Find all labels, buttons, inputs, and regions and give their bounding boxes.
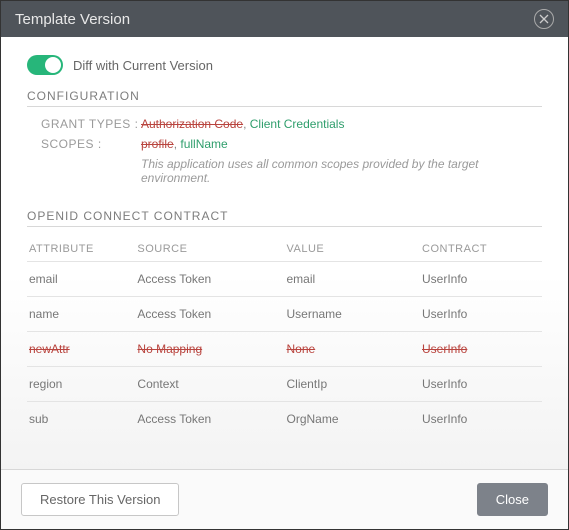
table-row: newAttr No Mapping None UserInfo bbox=[27, 332, 542, 367]
cell-value-text: email bbox=[286, 272, 315, 286]
contract-heading: OPENID CONNECT CONTRACT bbox=[27, 209, 542, 223]
separator: , bbox=[243, 117, 250, 131]
cell-value-text: OrgName bbox=[286, 412, 338, 426]
col-source: SOURCE bbox=[135, 237, 284, 262]
cell-value: ClientIp bbox=[284, 367, 420, 402]
cell-value: Username bbox=[284, 297, 420, 332]
cell-value-text: Username bbox=[286, 307, 341, 321]
close-button[interactable]: Close bbox=[477, 483, 548, 516]
cell-attribute-text: sub bbox=[29, 412, 48, 426]
grant-types-removed: Authorization Code bbox=[141, 117, 243, 131]
dialog-footer: Restore This Version Close bbox=[1, 469, 568, 529]
cell-contract-text: UserInfo bbox=[422, 377, 467, 391]
cell-value-text: None bbox=[286, 342, 315, 356]
col-attribute: ATTRIBUTE bbox=[27, 237, 135, 262]
cell-source: Context bbox=[135, 367, 284, 402]
cell-source-text: Access Token bbox=[137, 307, 211, 321]
scopes-value: profile, fullName bbox=[141, 137, 228, 151]
cell-attribute-text: email bbox=[29, 272, 58, 286]
configuration-block: GRANT TYPES : Authorization Code, Client… bbox=[27, 117, 542, 185]
scopes-added: fullName bbox=[180, 137, 227, 151]
restore-button[interactable]: Restore This Version bbox=[21, 483, 179, 516]
cell-attribute: sub bbox=[27, 402, 135, 437]
cell-contract: UserInfo bbox=[420, 402, 542, 437]
configuration-heading: CONFIGURATION bbox=[27, 89, 542, 103]
diff-toggle[interactable] bbox=[27, 55, 63, 75]
scopes-note: This application uses all common scopes … bbox=[141, 157, 542, 185]
cell-contract: UserInfo bbox=[420, 332, 542, 367]
col-value: VALUE bbox=[284, 237, 420, 262]
cell-attribute: newAttr bbox=[27, 332, 135, 367]
cell-contract-text: UserInfo bbox=[422, 307, 467, 321]
cell-source: Access Token bbox=[135, 402, 284, 437]
table-row: name Access Token Username UserInfo bbox=[27, 297, 542, 332]
grant-types-value: Authorization Code, Client Credentials bbox=[141, 117, 344, 131]
grant-types-row: GRANT TYPES : Authorization Code, Client… bbox=[41, 117, 542, 131]
cell-source: Access Token bbox=[135, 297, 284, 332]
cell-attribute-text: region bbox=[29, 377, 62, 391]
cell-attribute-text: name bbox=[29, 307, 59, 321]
diff-toggle-row: Diff with Current Version bbox=[27, 55, 542, 75]
col-contract: CONTRACT bbox=[420, 237, 542, 262]
cell-contract-text: UserInfo bbox=[422, 342, 467, 356]
section-divider bbox=[27, 106, 542, 107]
scopes-removed: profile bbox=[141, 137, 174, 151]
cell-attribute-text: newAttr bbox=[29, 342, 70, 356]
diff-toggle-label: Diff with Current Version bbox=[73, 58, 213, 73]
cell-attribute: email bbox=[27, 262, 135, 297]
cell-value: OrgName bbox=[284, 402, 420, 437]
dialog-body: Diff with Current Version CONFIGURATION … bbox=[1, 37, 568, 469]
table-header-row: ATTRIBUTE SOURCE VALUE CONTRACT bbox=[27, 237, 542, 262]
cell-source: Access Token bbox=[135, 262, 284, 297]
cell-source-text: Context bbox=[137, 377, 178, 391]
cell-attribute: name bbox=[27, 297, 135, 332]
dialog-title: Template Version bbox=[15, 11, 130, 28]
titlebar: Template Version bbox=[1, 1, 568, 37]
cell-contract: UserInfo bbox=[420, 262, 542, 297]
scopes-row: SCOPES : profile, fullName bbox=[41, 137, 542, 151]
cell-source-text: No Mapping bbox=[137, 342, 202, 356]
cell-value-text: ClientIp bbox=[286, 377, 327, 391]
close-icon[interactable] bbox=[534, 9, 554, 29]
dialog: Template Version Diff with Current Versi… bbox=[0, 0, 569, 530]
cell-contract-text: UserInfo bbox=[422, 412, 467, 426]
cell-source-text: Access Token bbox=[137, 412, 211, 426]
table-row: email Access Token email UserInfo bbox=[27, 262, 542, 297]
cell-contract: UserInfo bbox=[420, 297, 542, 332]
table-row: sub Access Token OrgName UserInfo bbox=[27, 402, 542, 437]
table-row: region Context ClientIp UserInfo bbox=[27, 367, 542, 402]
cell-contract: UserInfo bbox=[420, 367, 542, 402]
cell-source-text: Access Token bbox=[137, 272, 211, 286]
grant-types-label: GRANT TYPES : bbox=[41, 117, 141, 131]
cell-source: No Mapping bbox=[135, 332, 284, 367]
contract-table: ATTRIBUTE SOURCE VALUE CONTRACT email Acc… bbox=[27, 237, 542, 436]
grant-types-added: Client Credentials bbox=[250, 117, 345, 131]
section-divider bbox=[27, 226, 542, 227]
cell-contract-text: UserInfo bbox=[422, 272, 467, 286]
cell-value: email bbox=[284, 262, 420, 297]
cell-attribute: region bbox=[27, 367, 135, 402]
cell-value: None bbox=[284, 332, 420, 367]
scopes-label: SCOPES : bbox=[41, 137, 141, 151]
